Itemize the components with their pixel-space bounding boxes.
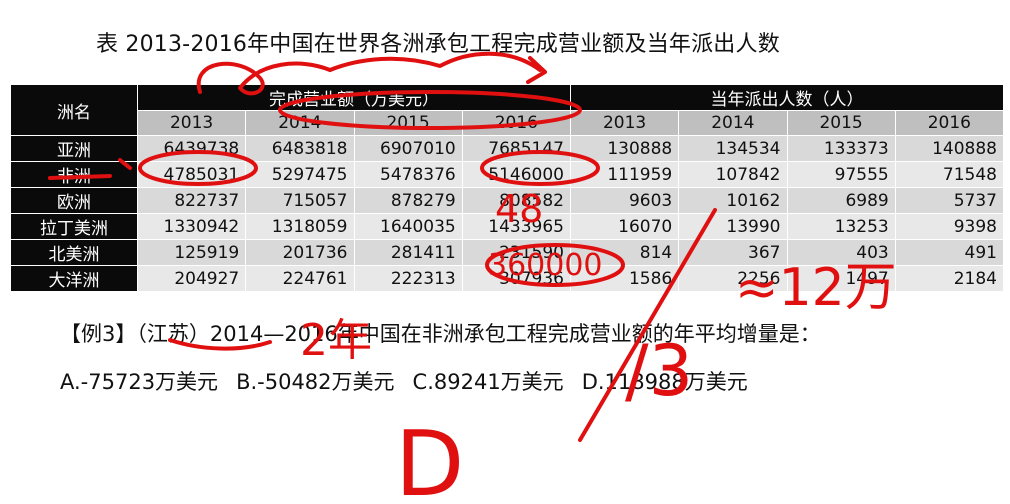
table-cell: 5737 [894, 187, 1005, 214]
table-cell: 231590 [461, 239, 572, 266]
option-c[interactable]: C.89241万美元 [413, 370, 564, 394]
year-header-3: 2016 [461, 110, 572, 136]
table-cell: 1318059 [245, 213, 355, 240]
table-cell: 1433965 [461, 213, 572, 240]
table-row: 欧洲 822737 715057 878279 808582 9603 10162 6989 5… [10, 187, 1005, 214]
row-name: 拉丁美洲 [10, 213, 138, 240]
table-row: 北美洲 125919 201736 281411 231590 814 367 403 491 [10, 239, 1005, 266]
table-cell: 2184 [894, 265, 1005, 292]
table-cell: 1497 [786, 265, 896, 292]
group-header-workers: 当年派出人数（人） [570, 84, 1004, 111]
year-header-5: 2014 [678, 110, 788, 136]
year-header-4: 2013 [569, 110, 680, 136]
table-cell: 6439738 [136, 135, 247, 162]
table-cell: 10162 [678, 187, 788, 214]
option-d[interactable]: D.118988万美元 [582, 370, 748, 394]
answer-options: A.-75723万美元 B.-50482万美元 C.89241万美元 D.118988… [60, 366, 766, 396]
table-cell: 6483818 [245, 135, 355, 162]
table-row: 亚洲 6439738 6483818 6907010 7685147 130888 1345… [10, 135, 1005, 162]
table-cell: 13990 [678, 213, 788, 240]
row-name: 北美洲 [10, 239, 138, 266]
table-row: 非洲 4785031 5297475 5478376 5146000 111959 1078… [10, 161, 1005, 188]
table-cell: 6989 [786, 187, 896, 214]
example-question-text: 2014—2016年中国在非洲承包工程完成营业额的年平均增量是： [209, 322, 821, 346]
row-name: 非洲 [10, 161, 138, 188]
table-cell: 201736 [245, 239, 355, 266]
row-name: 大洋洲 [10, 265, 138, 292]
table-cell: 4785031 [136, 161, 247, 188]
table-cell: 307936 [461, 265, 572, 292]
table-cell: 7685147 [461, 135, 572, 162]
year-header-6: 2015 [786, 110, 896, 136]
option-b[interactable]: B.-50482万美元 [236, 370, 394, 394]
table-cell: 1330942 [136, 213, 247, 240]
table-cell: 878279 [353, 187, 463, 214]
table-cell: 71548 [894, 161, 1005, 188]
table-cell: 1586 [569, 265, 680, 292]
table-cell: 9603 [569, 187, 680, 214]
example-label: 【例3】 [60, 322, 137, 346]
row-name: 欧洲 [10, 187, 138, 214]
table-cell: 5297475 [245, 161, 355, 188]
table-cell: 5478376 [353, 161, 463, 188]
table-row: 拉丁美洲 1330942 1318059 1640035 1433965 16070 139… [10, 213, 1005, 240]
col-header-continent: 洲名 [10, 84, 138, 136]
example-source: （江苏） [136, 322, 210, 346]
table-cell: 822737 [136, 187, 247, 214]
table-title: 表 2013-2016年中国在世界各洲承包工程完成营业额及当年派出人数 [96, 32, 780, 57]
year-header-2: 2015 [353, 110, 463, 136]
example-question: 【例3】（江苏）2014—2016年中国在非洲承包工程完成营业额的年平均增量是： [60, 318, 821, 348]
table-cell: 130888 [569, 135, 680, 162]
table-cell: 715057 [245, 187, 355, 214]
table-cell: 133373 [786, 135, 896, 162]
table-cell: 107842 [678, 161, 788, 188]
table-cell: 224761 [245, 265, 355, 292]
table-cell: 814 [569, 239, 680, 266]
table-cell: 1640035 [353, 213, 463, 240]
ink-note-answer: D [395, 412, 464, 504]
table-cell: 16070 [569, 213, 680, 240]
table-cell: 97555 [786, 161, 896, 188]
table-cell: 808582 [461, 187, 572, 214]
table-cell: 134534 [678, 135, 788, 162]
table-cell: 204927 [136, 265, 247, 292]
table-cell: 9398 [894, 213, 1005, 240]
table-cell: 125919 [136, 239, 247, 266]
year-header-7: 2016 [894, 110, 1005, 136]
year-header-1: 2014 [245, 110, 355, 136]
group-header-revenue: 完成营业额（万美元） [137, 84, 571, 111]
table-cell: 491 [894, 239, 1005, 266]
option-a[interactable]: A.-75723万美元 [60, 370, 218, 394]
table-cell: 2256 [678, 265, 788, 292]
table-cell: 403 [786, 239, 896, 266]
table-cell: 222313 [353, 265, 463, 292]
table-row: 大洋洲 204927 224761 222313 307936 1586 2256 1497 2… [10, 265, 1005, 292]
table-cell: 111959 [569, 161, 680, 188]
table-cell: 140888 [894, 135, 1005, 162]
table-cell: 13253 [786, 213, 896, 240]
table-cell: 367 [678, 239, 788, 266]
data-table: 洲名 完成营业额（万美元） 当年派出人数（人） 2013 2014 2015 2016… [10, 84, 1005, 292]
table-cell: 5146000 [461, 161, 572, 188]
year-header-0: 2013 [136, 110, 247, 136]
table-cell: 281411 [353, 239, 463, 266]
row-name: 亚洲 [10, 135, 138, 162]
table-cell: 6907010 [353, 135, 463, 162]
